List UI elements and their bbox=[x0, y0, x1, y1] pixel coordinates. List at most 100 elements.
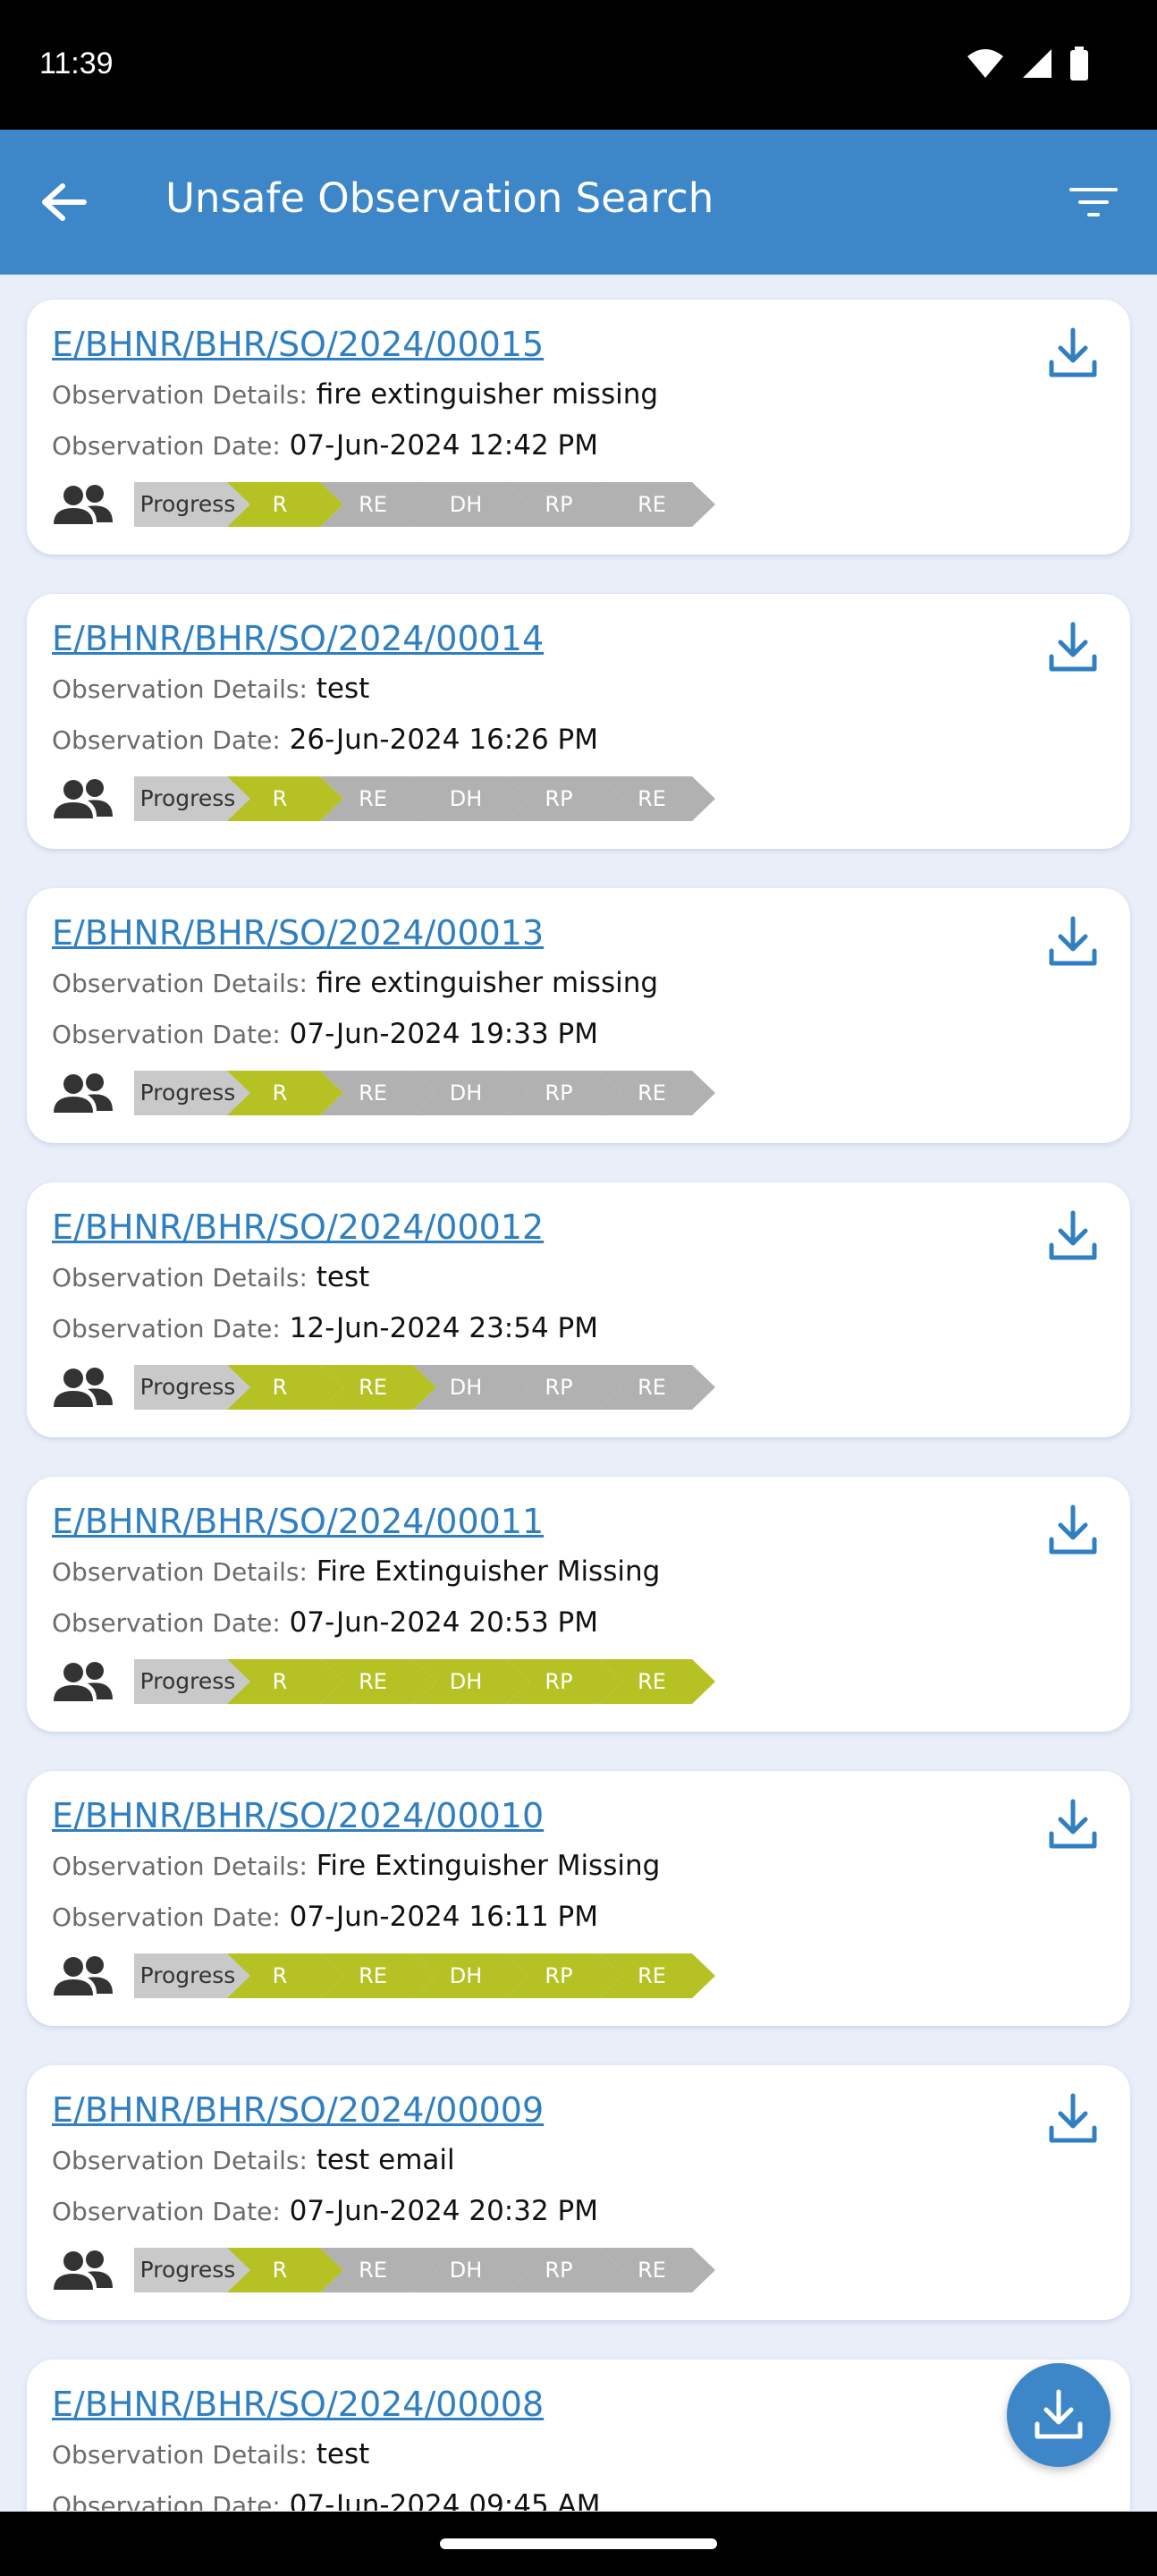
signal-icon bbox=[1023, 49, 1051, 78]
observation-card[interactable]: E/BHNR/BHR/SO/2024/00011 Observation Det… bbox=[27, 1477, 1130, 1732]
observation-id-link[interactable]: E/BHNR/BHR/SO/2024/00012 bbox=[52, 1208, 544, 1247]
progress-tracker: Progress R RE DH RP RE bbox=[134, 1365, 715, 1410]
observation-date-row: Observation Date: 12-Jun-2024 23:54 PM bbox=[52, 1312, 598, 1344]
date-value: 07-Jun-2024 12:42 PM bbox=[289, 429, 598, 462]
progress-label: Progress bbox=[134, 1659, 250, 1704]
download-icon bbox=[1049, 916, 1097, 966]
progress-tracker: Progress R RE DH RP RE bbox=[134, 2248, 715, 2292]
progress-label: Progress bbox=[134, 482, 250, 527]
progress-label: Progress bbox=[134, 2248, 250, 2292]
download-button[interactable] bbox=[1041, 1498, 1105, 1563]
observation-id-link[interactable]: E/BHNR/BHR/SO/2024/00009 bbox=[52, 2090, 544, 2130]
progress-label: Progress bbox=[134, 1953, 250, 1998]
observation-id-link[interactable]: E/BHNR/BHR/SO/2024/00010 bbox=[52, 1796, 544, 1835]
download-icon bbox=[1049, 327, 1097, 377]
download-all-fab[interactable] bbox=[1007, 2363, 1111, 2467]
observation-card[interactable]: E/BHNR/BHR/SO/2024/00009 Observation Det… bbox=[27, 2065, 1130, 2320]
download-button[interactable] bbox=[1041, 2087, 1105, 2151]
progress-label: Progress bbox=[134, 1071, 250, 1115]
date-value: 07-Jun-2024 20:53 PM bbox=[289, 1606, 598, 1639]
filter-button[interactable] bbox=[1062, 171, 1125, 233]
people-icon bbox=[54, 1662, 113, 1701]
observation-details-row: Observation Details: test bbox=[52, 2438, 369, 2470]
observation-date-row: Observation Date: 07-Jun-2024 19:33 PM bbox=[52, 1018, 598, 1050]
observation-list[interactable]: E/BHNR/BHR/SO/2024/00015 Observation Det… bbox=[0, 275, 1157, 2511]
observation-card[interactable]: E/BHNR/BHR/SO/2024/00010 Observation Det… bbox=[27, 1771, 1130, 2026]
date-value: 12-Jun-2024 23:54 PM bbox=[289, 1312, 598, 1344]
battery-icon bbox=[1070, 47, 1088, 80]
observation-date-row: Observation Date: 07-Jun-2024 12:42 PM bbox=[52, 429, 598, 462]
download-button[interactable] bbox=[1041, 1792, 1105, 1857]
date-value: 07-Jun-2024 20:32 PM bbox=[289, 2195, 598, 2227]
download-icon bbox=[1049, 1210, 1097, 1260]
observation-card[interactable]: E/BHNR/BHR/SO/2024/00008 Observation Det… bbox=[27, 2360, 1130, 2511]
observation-details-row: Observation Details: Fire Extinguisher M… bbox=[52, 1555, 660, 1588]
details-label: Observation Details: bbox=[52, 2440, 308, 2470]
date-label: Observation Date: bbox=[52, 1608, 281, 1638]
people-icon bbox=[54, 1073, 113, 1113]
progress-tracker: Progress R RE DH RP RE bbox=[134, 1071, 715, 1115]
people-icon bbox=[54, 2250, 113, 2290]
progress-tracker: Progress R RE DH RP RE bbox=[134, 776, 715, 821]
download-icon bbox=[1049, 1799, 1097, 1849]
observation-details-row: Observation Details: test bbox=[52, 673, 369, 705]
observation-id-link[interactable]: E/BHNR/BHR/SO/2024/00013 bbox=[52, 913, 544, 953]
home-gesture-handle[interactable] bbox=[440, 2538, 717, 2549]
people-icon bbox=[54, 779, 113, 818]
date-label: Observation Date: bbox=[52, 431, 281, 461]
observation-details-row: Observation Details: fire extinguisher m… bbox=[52, 378, 658, 411]
download-button[interactable] bbox=[1041, 1204, 1105, 1268]
observation-id-link[interactable]: E/BHNR/BHR/SO/2024/00014 bbox=[52, 619, 544, 658]
app-bar: Unsafe Observation Search bbox=[0, 130, 1157, 275]
details-label: Observation Details: bbox=[52, 1263, 308, 1292]
date-label: Observation Date: bbox=[52, 2491, 281, 2511]
download-icon bbox=[1049, 1504, 1097, 1555]
download-button[interactable] bbox=[1041, 910, 1105, 974]
details-value: test bbox=[316, 673, 370, 705]
date-label: Observation Date: bbox=[52, 1314, 281, 1343]
progress-label: Progress bbox=[134, 1365, 250, 1410]
progress-tracker: Progress R RE DH RP RE bbox=[134, 1659, 715, 1704]
details-label: Observation Details: bbox=[52, 1557, 308, 1587]
progress-tracker: Progress R RE DH RP RE bbox=[134, 1953, 715, 1998]
date-label: Observation Date: bbox=[52, 2197, 281, 2226]
people-icon bbox=[54, 485, 113, 524]
date-value: 26-Jun-2024 16:26 PM bbox=[289, 724, 598, 756]
observation-id-link[interactable]: E/BHNR/BHR/SO/2024/00011 bbox=[52, 1502, 544, 1541]
date-value: 07-Jun-2024 09:45 AM bbox=[289, 2489, 601, 2511]
wifi-icon bbox=[967, 49, 1003, 78]
observation-date-row: Observation Date: 07-Jun-2024 20:32 PM bbox=[52, 2195, 598, 2227]
observation-details-row: Observation Details: test email bbox=[52, 2144, 455, 2176]
details-value: test email bbox=[316, 2144, 455, 2176]
download-button[interactable] bbox=[1041, 615, 1105, 680]
observation-card[interactable]: E/BHNR/BHR/SO/2024/00015 Observation Det… bbox=[27, 300, 1130, 555]
observation-details-row: Observation Details: Fire Extinguisher M… bbox=[52, 1850, 660, 1882]
details-value: fire extinguisher missing bbox=[316, 967, 659, 999]
date-label: Observation Date: bbox=[52, 1020, 281, 1049]
download-icon bbox=[1049, 622, 1097, 672]
observation-card[interactable]: E/BHNR/BHR/SO/2024/00014 Observation Det… bbox=[27, 594, 1130, 849]
date-label: Observation Date: bbox=[52, 1902, 281, 1932]
details-label: Observation Details: bbox=[52, 674, 308, 704]
observation-date-row: Observation Date: 07-Jun-2024 16:11 PM bbox=[52, 1901, 598, 1933]
details-label: Observation Details: bbox=[52, 1852, 308, 1881]
back-button[interactable] bbox=[32, 171, 95, 233]
observation-card[interactable]: E/BHNR/BHR/SO/2024/00013 Observation Det… bbox=[27, 888, 1130, 1143]
observation-date-row: Observation Date: 26-Jun-2024 16:26 PM bbox=[52, 724, 598, 756]
details-label: Observation Details: bbox=[52, 2146, 308, 2175]
observation-card[interactable]: E/BHNR/BHR/SO/2024/00012 Observation Det… bbox=[27, 1182, 1130, 1437]
status-icons bbox=[966, 47, 1089, 80]
download-icon bbox=[1035, 2389, 1083, 2439]
details-value: test bbox=[316, 1261, 370, 1293]
observation-id-link[interactable]: E/BHNR/BHR/SO/2024/00008 bbox=[52, 2385, 544, 2424]
progress-tracker: Progress R RE DH RP RE bbox=[134, 482, 715, 527]
download-icon bbox=[1049, 2093, 1097, 2143]
details-label: Observation Details: bbox=[52, 969, 308, 998]
date-label: Observation Date: bbox=[52, 725, 281, 755]
date-value: 07-Jun-2024 16:11 PM bbox=[289, 1901, 598, 1933]
observation-details-row: Observation Details: test bbox=[52, 1261, 369, 1293]
progress-label: Progress bbox=[134, 776, 250, 821]
download-button[interactable] bbox=[1041, 321, 1105, 386]
details-value: Fire Extinguisher Missing bbox=[316, 1555, 661, 1588]
observation-id-link[interactable]: E/BHNR/BHR/SO/2024/00015 bbox=[52, 325, 544, 364]
